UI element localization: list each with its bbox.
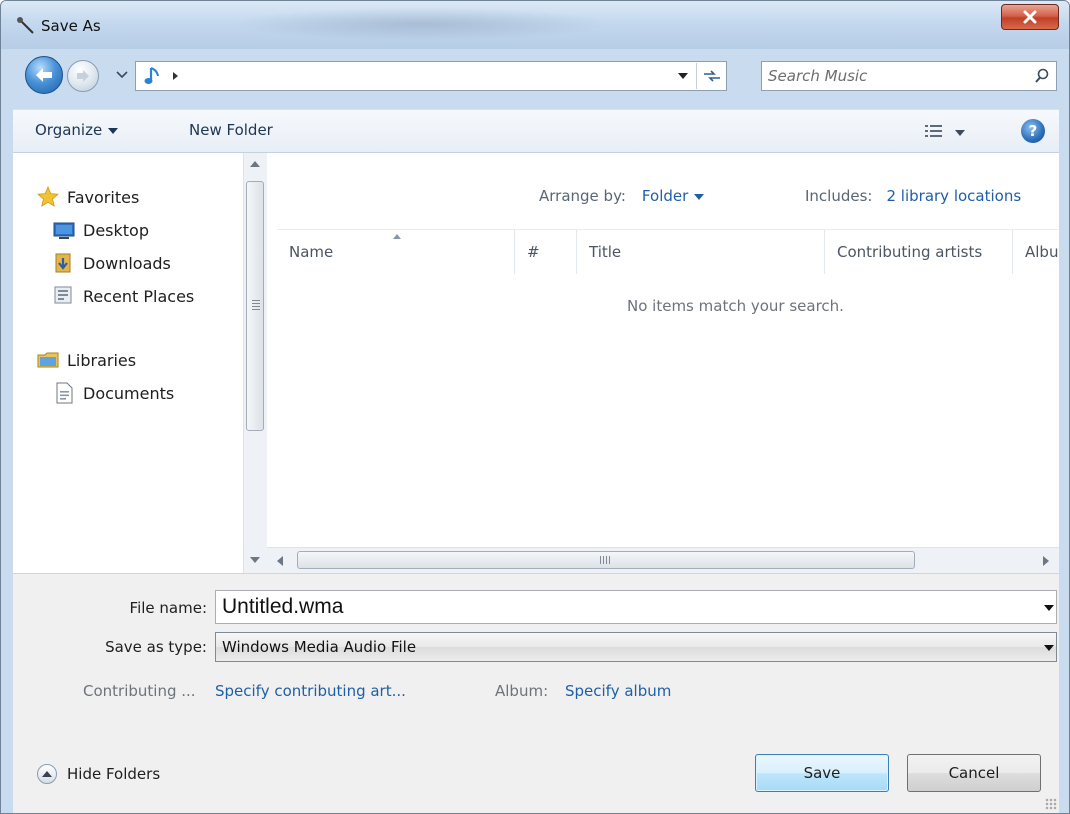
nav-item-label: Documents xyxy=(83,383,175,403)
close-button[interactable] xyxy=(1001,4,1059,30)
refresh-icon xyxy=(703,70,720,82)
star-icon xyxy=(37,186,59,207)
arrow-right-icon xyxy=(77,70,89,82)
empty-message: No items match your search. xyxy=(627,297,844,315)
sort-ascending-icon xyxy=(393,234,401,239)
back-button[interactable] xyxy=(25,56,63,94)
file-name-field[interactable]: Untitled.wma xyxy=(215,590,1057,624)
nav-item-label: Recent Places xyxy=(83,286,195,306)
chevron-down-icon xyxy=(1044,645,1054,651)
refresh-button[interactable] xyxy=(696,63,726,89)
scroll-up-icon[interactable] xyxy=(250,161,260,167)
search-input[interactable]: Search Music xyxy=(761,61,1057,91)
includes-label: Includes: xyxy=(805,187,873,205)
help-icon[interactable]: ? xyxy=(1021,119,1045,143)
recent-places-icon xyxy=(54,286,72,304)
change-view-button[interactable] xyxy=(921,122,971,142)
chevron-down-icon xyxy=(108,127,119,134)
cancel-button[interactable]: Cancel xyxy=(907,754,1041,792)
nav-item-downloads[interactable]: Downloads xyxy=(53,249,171,277)
save-as-type-select[interactable]: Windows Media Audio File xyxy=(215,632,1057,662)
libraries-icon xyxy=(37,352,59,368)
library-locations-link[interactable]: 2 library locations xyxy=(886,187,1021,205)
music-note-icon xyxy=(144,67,159,84)
documents-icon xyxy=(56,382,73,404)
recent-pages-dropdown[interactable] xyxy=(115,67,129,83)
scroll-left-icon[interactable] xyxy=(277,556,283,566)
save-as-dialog: Save As Search Music Organize New Folder… xyxy=(0,0,1070,814)
contributing-artists-label: Contributing ... xyxy=(83,682,196,700)
nav-item-documents[interactable]: Documents xyxy=(53,379,174,407)
hide-folders-button[interactable]: Hide Folders xyxy=(37,764,160,784)
downloads-icon xyxy=(55,253,71,273)
grip-icon xyxy=(600,556,610,564)
album-label: Album: xyxy=(495,682,549,700)
forward-button[interactable] xyxy=(67,60,99,92)
scrollbar-thumb[interactable] xyxy=(297,551,915,569)
arrange-by-dropdown[interactable]: Folder xyxy=(641,187,705,205)
nav-item-label: Desktop xyxy=(83,220,149,240)
organize-label: Organize xyxy=(35,121,103,139)
search-placeholder: Search Music xyxy=(768,67,868,85)
address-dropdown-icon[interactable] xyxy=(676,70,690,82)
nav-item-desktop[interactable]: Desktop xyxy=(53,216,149,244)
arrange-by: Arrange by: Folder xyxy=(539,187,705,205)
column-header-number[interactable]: # xyxy=(515,230,577,274)
arrow-left-icon xyxy=(36,68,52,82)
chevron-down-icon xyxy=(116,71,128,79)
window-title: Save As xyxy=(41,17,101,35)
resize-grip-icon[interactable] xyxy=(1045,798,1057,810)
column-header-row: Name # Title Contributing artists Album xyxy=(277,229,1059,274)
column-header-contributing-artists[interactable]: Contributing artists xyxy=(825,230,1013,274)
contributing-artists-link[interactable]: Specify contributing art... xyxy=(215,682,406,700)
nav-item-recent-places[interactable]: Recent Places xyxy=(53,282,194,310)
file-name-label: File name: xyxy=(129,599,207,617)
file-list: Arrange by: Folder Includes: 2 library loc… xyxy=(267,153,1059,573)
app-icon xyxy=(17,17,34,34)
navigation-pane: Favorites Desktop Downloads Recent Place… xyxy=(13,153,243,573)
arrange-by-value: Folder xyxy=(641,187,689,205)
nav-item-label: Downloads xyxy=(83,253,171,273)
navigation-scrollbar[interactable] xyxy=(243,153,267,573)
breadcrumb-arrow-icon[interactable] xyxy=(170,70,180,82)
save-as-type-value: Windows Media Audio File xyxy=(222,638,417,656)
scroll-right-icon[interactable] xyxy=(1043,556,1049,566)
chevron-up-icon xyxy=(37,764,57,784)
column-header-title[interactable]: Title xyxy=(577,230,825,274)
file-list-horizontal-scrollbar[interactable] xyxy=(267,547,1059,573)
save-as-type-label: Save as type: xyxy=(105,638,207,656)
search-icon[interactable] xyxy=(1034,68,1050,84)
arrange-by-label: Arrange by: xyxy=(539,187,626,205)
file-name-value: Untitled.wma xyxy=(222,595,344,618)
library-includes: Includes: 2 library locations xyxy=(805,187,1021,205)
column-header-album[interactable]: Album xyxy=(1013,230,1059,274)
address-bar[interactable] xyxy=(135,61,727,91)
grip-icon xyxy=(252,300,260,310)
file-name-dropdown-icon[interactable] xyxy=(1044,605,1054,611)
title-bar[interactable]: Save As xyxy=(1,1,1069,49)
nav-item-label: Favorites xyxy=(67,187,140,207)
details-view-icon xyxy=(925,125,942,137)
hide-folders-label: Hide Folders xyxy=(67,765,161,783)
organize-menu[interactable]: Organize xyxy=(35,121,119,139)
command-bar: Organize New Folder ? xyxy=(13,109,1059,153)
nav-item-favorites[interactable]: Favorites xyxy=(37,183,139,211)
album-link[interactable]: Specify album xyxy=(565,682,671,700)
save-button[interactable]: Save xyxy=(755,754,889,792)
save-options-panel: File name: Untitled.wma Save as type: Wi… xyxy=(13,573,1059,813)
chevron-down-icon xyxy=(694,193,705,200)
nav-item-label: Libraries xyxy=(67,350,137,370)
nav-item-libraries[interactable]: Libraries xyxy=(37,346,136,374)
close-icon xyxy=(1023,10,1037,24)
scroll-down-icon[interactable] xyxy=(250,557,260,563)
new-folder-button[interactable]: New Folder xyxy=(189,121,273,139)
scrollbar-thumb[interactable] xyxy=(246,181,264,431)
desktop-icon xyxy=(53,222,75,239)
